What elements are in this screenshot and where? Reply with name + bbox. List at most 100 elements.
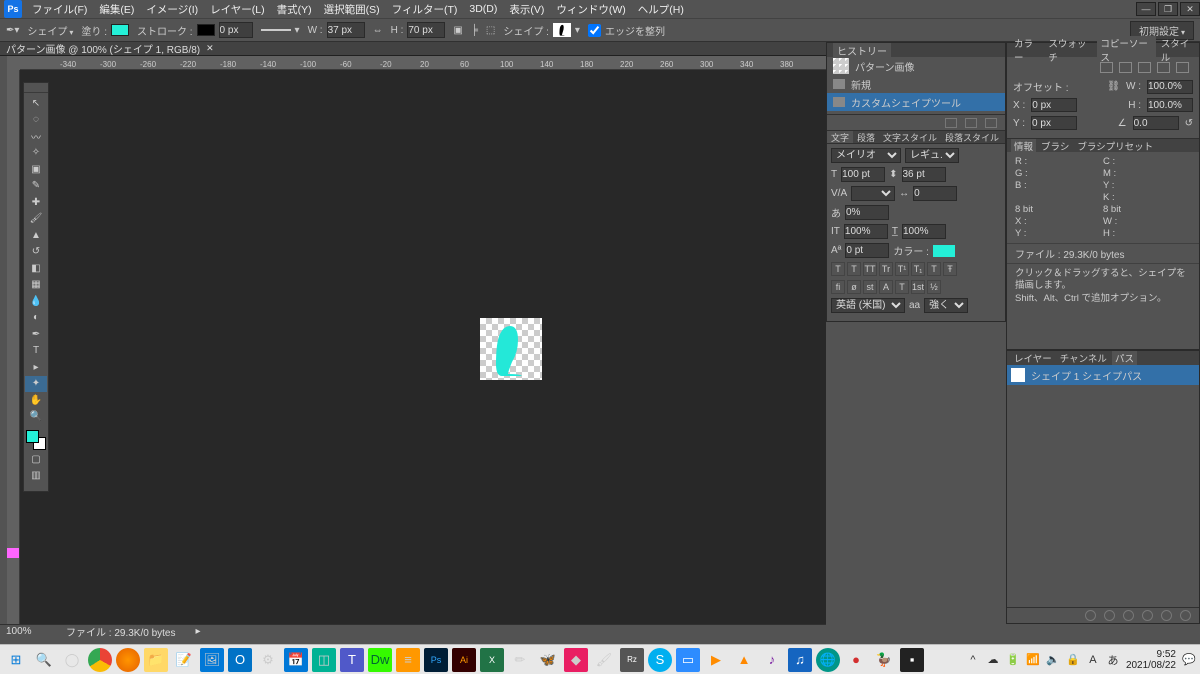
canvas[interactable]	[20, 70, 826, 630]
lasso-tool[interactable]: 〰	[25, 128, 47, 145]
vscale-input[interactable]	[844, 224, 888, 239]
mode-select[interactable]: シェイプ	[27, 23, 73, 38]
menu-image[interactable]: イメージ(I)	[140, 0, 204, 19]
quickmask-toggle[interactable]: ▢	[25, 451, 47, 468]
menu-edit[interactable]: 編集(E)	[93, 0, 140, 19]
search-button[interactable]: 🔍	[32, 648, 56, 672]
snapshot-icon[interactable]	[945, 118, 957, 128]
underline-button[interactable]: T	[927, 262, 941, 276]
delete-path-icon[interactable]	[1180, 610, 1191, 621]
shape-preview[interactable]	[553, 23, 571, 37]
history-brush-tool[interactable]: ↺	[25, 244, 47, 261]
document-tab[interactable]: パターン画像 @ 100% (シェイプ 1, RGB/8) ✕	[0, 42, 826, 56]
pen-tool[interactable]: ✒	[25, 326, 47, 343]
maximize-button[interactable]: ❐	[1158, 2, 1178, 16]
excel-icon[interactable]: X	[480, 648, 504, 672]
menu-select[interactable]: 選択範囲(S)	[318, 0, 386, 19]
link-icon[interactable]: ⛓	[1107, 81, 1120, 92]
tool-preset-icon[interactable]: ✒▾	[6, 25, 19, 36]
eyedropper-tool[interactable]: ✎	[25, 178, 47, 195]
duck-icon[interactable]: 🦆	[872, 648, 896, 672]
custom-shape-tool[interactable]: ✦	[25, 376, 47, 393]
dreamweaver-icon[interactable]: Dw	[368, 648, 392, 672]
skype-icon[interactable]: S	[648, 648, 672, 672]
cs-w-input[interactable]	[1147, 80, 1193, 94]
tab-layers[interactable]: レイヤー	[1011, 351, 1055, 365]
tray-volume-icon[interactable]: 🔈	[1046, 653, 1060, 667]
history-source[interactable]: パターン画像	[827, 57, 1005, 75]
mask-path-icon[interactable]	[1142, 610, 1153, 621]
char-tab-char[interactable]: 文字	[827, 131, 853, 144]
notepad-icon[interactable]: 📝	[172, 648, 196, 672]
reset-icon[interactable]: ↺	[1185, 118, 1193, 129]
chrome-icon[interactable]	[88, 648, 112, 672]
tray-cloud-icon[interactable]: ☁	[986, 653, 1000, 667]
toolbox-handle[interactable]	[24, 83, 48, 93]
pen-app-icon[interactable]: ✏	[508, 648, 532, 672]
history-step-1[interactable]: カスタムシェイプツール	[827, 93, 1005, 111]
menu-help[interactable]: ヘルプ(H)	[632, 0, 690, 19]
path-select-tool[interactable]: ▸	[25, 359, 47, 376]
marquee-tool[interactable]: ◌	[25, 112, 47, 129]
zoom-level[interactable]: 100%	[6, 626, 46, 637]
menu-view[interactable]: 表示(V)	[503, 0, 550, 19]
status-caret-icon[interactable]: ▸	[196, 626, 201, 637]
menu-file[interactable]: ファイル(F)	[26, 0, 93, 19]
smallcaps-button[interactable]: Tr	[879, 262, 893, 276]
explorer-icon[interactable]: 📁	[144, 648, 168, 672]
char-tab-pstyle[interactable]: 段落スタイル	[941, 131, 1003, 144]
move-tool[interactable]: ↖	[25, 95, 47, 112]
photoshop-icon[interactable]: Ps	[424, 648, 448, 672]
stroke-path-icon[interactable]	[1104, 610, 1115, 621]
flame-icon[interactable]: ♪	[760, 648, 784, 672]
tab-channels[interactable]: チャンネル	[1057, 351, 1110, 365]
cs-x-input[interactable]	[1031, 98, 1077, 112]
gradient-tool[interactable]: ▦	[25, 277, 47, 294]
menu-3d[interactable]: 3D(D)	[463, 1, 503, 17]
fill-swatch[interactable]	[111, 24, 129, 36]
stroke-swatch[interactable]	[197, 24, 215, 36]
vlc-icon[interactable]: ▲	[732, 648, 756, 672]
tray-ime-kana-icon[interactable]: あ	[1106, 653, 1120, 667]
tab-brushpreset[interactable]: ブラシプリセット	[1074, 139, 1156, 153]
tray-lock-icon[interactable]: 🔒	[1066, 653, 1080, 667]
zoom-icon[interactable]: ▭	[676, 648, 700, 672]
illustrator-icon[interactable]: Ai	[452, 648, 476, 672]
stroke-width-input[interactable]	[219, 22, 253, 38]
path-item[interactable]: シェイプ 1 シェイプパス	[1007, 365, 1199, 385]
allcaps-button[interactable]: TT	[863, 262, 877, 276]
recorder-icon[interactable]: Rz	[620, 648, 644, 672]
font-size-input[interactable]	[841, 167, 885, 182]
menu-filter[interactable]: フィルター(T)	[386, 0, 464, 19]
crop-tool[interactable]: ▣	[25, 161, 47, 178]
tsume-input[interactable]	[845, 205, 889, 220]
picker-icon[interactable]: ◫	[312, 648, 336, 672]
aa-select[interactable]: 強く	[924, 298, 968, 313]
superscript-button[interactable]: T¹	[895, 262, 909, 276]
strike-button[interactable]: Ŧ	[943, 262, 957, 276]
leading-input[interactable]	[902, 167, 946, 182]
foreground-color[interactable]	[26, 430, 39, 443]
photos-icon[interactable]: 🖼	[200, 648, 224, 672]
font-family-select[interactable]: メイリオ	[831, 148, 901, 163]
zoom-tool[interactable]: 🔍	[25, 409, 47, 426]
tray-ime-a-icon[interactable]: A	[1086, 653, 1100, 667]
teams-icon[interactable]: T	[340, 648, 364, 672]
taskbar-clock[interactable]: 9:52 2021/08/22	[1126, 649, 1176, 671]
baseline-input[interactable]	[845, 243, 889, 258]
char-tab-cstyle[interactable]: 文字スタイル	[879, 131, 941, 144]
tab-brush[interactable]: ブラシ	[1038, 139, 1072, 153]
font-weight-select[interactable]: レギュ...	[905, 148, 959, 163]
app-icon[interactable]: ◆	[564, 648, 588, 672]
height-input[interactable]	[407, 22, 445, 38]
tab-info[interactable]: 情報	[1011, 139, 1036, 153]
minimize-button[interactable]: —	[1136, 2, 1156, 16]
screenmode-toggle[interactable]: ▥	[25, 468, 47, 485]
cs-y-input[interactable]	[1031, 116, 1077, 130]
hscale-input[interactable]	[902, 224, 946, 239]
tracking-input[interactable]	[913, 186, 957, 201]
cs-h-input[interactable]	[1147, 98, 1193, 112]
color-swatches[interactable]	[25, 429, 47, 451]
history-step-0[interactable]: 新規	[827, 75, 1005, 93]
char-tab-para[interactable]: 段落	[853, 131, 879, 144]
